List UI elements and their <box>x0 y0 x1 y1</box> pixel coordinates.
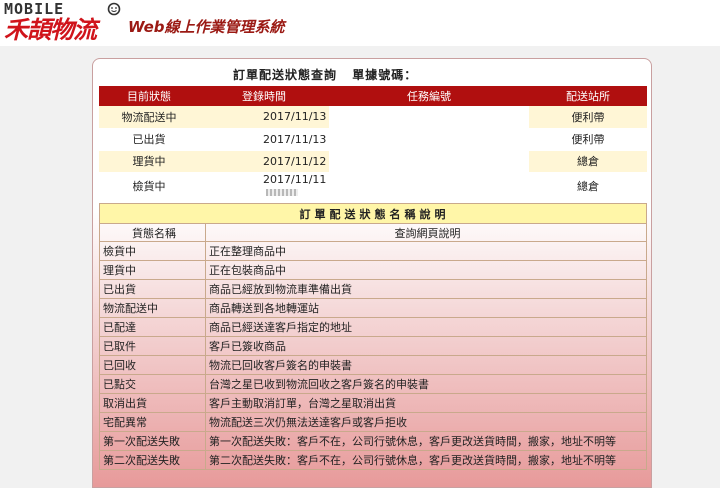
table-row: 取消出貨 客戶主動取消訂單，台灣之星取消出貨 <box>99 393 647 413</box>
row-status: 已出貨 <box>99 128 199 151</box>
col-station: 配送站所 <box>529 86 647 106</box>
status-description-cell: 商品已經放到物流車準備出貨 <box>205 279 647 299</box>
status-description-cell: 客戶主動取消訂單，台灣之星取消出貨 <box>205 393 647 413</box>
row-status: 理貨中 <box>99 150 199 173</box>
status-name-cell: 理貨中 <box>99 260 206 280</box>
row-status: 物流配送中 <box>99 106 199 129</box>
row-task <box>329 106 529 129</box>
row-task <box>329 128 529 151</box>
row-time: 2017/11/13 <box>199 106 329 129</box>
status-description-cell: 第一次配送失敗：客戶不在，公司行號休息，客戶更改送貨時間，搬家，地址不明等 <box>205 431 647 451</box>
status-name-cell: 物流配送中 <box>99 298 206 318</box>
site-header: MOBILE 禾頡物流 Web線上作業管理系統 <box>0 0 720 46</box>
row-task <box>329 150 529 173</box>
row-time: 2017/11/12 <box>199 150 329 173</box>
row-status: 檢貨中 <box>99 172 199 200</box>
status-description-table: 訂單配送狀態名稱說明 貨態名稱 查詢網頁說明 檢貨中 正在整理商品中 理貨中 正在包裝… <box>99 203 647 470</box>
table-row: 宅配異常 物流配送三次仍無法送達客戶或客戶拒收 <box>99 412 647 432</box>
status-description-cell: 正在包裝商品中 <box>205 260 647 280</box>
table-row: 已點交 台灣之星已收到物流回收之客戶簽名的申裝書 <box>99 374 647 394</box>
table-row: 物流配送中 商品轉送到各地轉運站 <box>99 298 647 318</box>
order-status-panel: 訂單配送狀態查詢 單據號碼： 目前狀態 登錄時間 任務編號 配送站所 物流配送中… <box>92 58 652 488</box>
desc-caption: 訂單配送狀態名稱說明 <box>99 203 647 224</box>
order-number-label: 單據號碼： <box>352 68 418 82</box>
status-name-cell: 已回收 <box>99 355 206 375</box>
row-time: 2017/11/11 <box>263 172 327 186</box>
status-name-cell: 檢貨中 <box>99 241 206 261</box>
table-row: 已出貨 2017/11/13 便利帶 <box>99 128 647 151</box>
status-name-cell: 已取件 <box>99 336 206 356</box>
col-page-description: 查詢網頁說明 <box>205 223 647 242</box>
system-title: Web線上作業管理系統 <box>128 18 285 36</box>
logo-brand-text: 禾頡物流 <box>4 15 97 44</box>
col-current-status: 目前狀態 <box>99 86 199 106</box>
table-row: 已配達 商品已經送達客戶指定的地址 <box>99 317 647 337</box>
smiley-logo-icon <box>107 2 121 16</box>
table-row: 物流配送中 2017/11/13 便利帶 <box>99 106 647 129</box>
table-row: 檢貨中 2017/11/11 總倉 <box>99 172 647 200</box>
status-name-cell: 宅配異常 <box>99 412 206 432</box>
status-table-header: 目前狀態 登錄時間 任務編號 配送站所 <box>99 86 647 106</box>
table-row: 檢貨中 正在整理商品中 <box>99 241 647 261</box>
table-row: 理貨中 2017/11/12 總倉 <box>99 150 647 173</box>
status-name-cell: 第一次配送失敗 <box>99 431 206 451</box>
status-table: 目前狀態 登錄時間 任務編號 配送站所 物流配送中 2017/11/13 便利帶… <box>99 86 647 200</box>
col-status-name: 貨態名稱 <box>99 223 206 242</box>
status-name-cell: 第二次配送失敗 <box>99 450 206 470</box>
row-time: 2017/11/13 <box>199 128 329 151</box>
status-description-cell: 客戶已簽收商品 <box>205 336 647 356</box>
company-logo[interactable]: MOBILE 禾頡物流 <box>2 2 124 44</box>
row-station: 總倉 <box>529 172 647 200</box>
logo-mobile-text: MOBILE <box>4 0 65 18</box>
desc-caption-row: 訂單配送狀態名稱說明 <box>99 203 647 224</box>
redacted-time-blur <box>266 189 298 196</box>
status-description-cell: 商品已經送達客戶指定的地址 <box>205 317 647 337</box>
status-name-cell: 已點交 <box>99 374 206 394</box>
table-row: 已回收 物流已回收客戶簽名的申裝書 <box>99 355 647 375</box>
query-title: 訂單配送狀態查詢 單據號碼： <box>233 66 427 83</box>
table-row: 理貨中 正在包裝商品中 <box>99 260 647 280</box>
status-name-cell: 取消出貨 <box>99 393 206 413</box>
status-description-cell: 台灣之星已收到物流回收之客戶簽名的申裝書 <box>205 374 647 394</box>
col-task-number: 任務編號 <box>329 86 529 106</box>
status-name-cell: 已出貨 <box>99 279 206 299</box>
row-time-cell: 2017/11/11 <box>199 172 329 200</box>
table-row: 第二次配送失敗 第二次配送失敗：客戶不在，公司行號休息，客戶更改送貨時間，搬家，地… <box>99 450 647 470</box>
status-description-cell: 第二次配送失敗：客戶不在，公司行號休息，客戶更改送貨時間，搬家，地址不明等 <box>205 450 647 470</box>
status-description-cell: 商品轉送到各地轉運站 <box>205 298 647 318</box>
desc-header-row: 貨態名稱 查詢網頁說明 <box>99 223 647 242</box>
row-station: 總倉 <box>529 150 647 173</box>
table-row: 已取件 客戶已簽收商品 <box>99 336 647 356</box>
status-name-cell: 已配達 <box>99 317 206 337</box>
row-station: 便利帶 <box>529 128 647 151</box>
query-title-text: 訂單配送狀態查詢 <box>233 68 338 82</box>
row-task <box>329 172 529 200</box>
table-row: 第一次配送失敗 第一次配送失敗：客戶不在，公司行號休息，客戶更改送貨時間，搬家，地… <box>99 431 647 451</box>
status-description-cell: 物流配送三次仍無法送達客戶或客戶拒收 <box>205 412 647 432</box>
table-row: 已出貨 商品已經放到物流車準備出貨 <box>99 279 647 299</box>
row-station: 便利帶 <box>529 106 647 129</box>
col-login-time: 登錄時間 <box>199 86 329 106</box>
status-description-cell: 物流已回收客戶簽名的申裝書 <box>205 355 647 375</box>
status-description-cell: 正在整理商品中 <box>205 241 647 261</box>
